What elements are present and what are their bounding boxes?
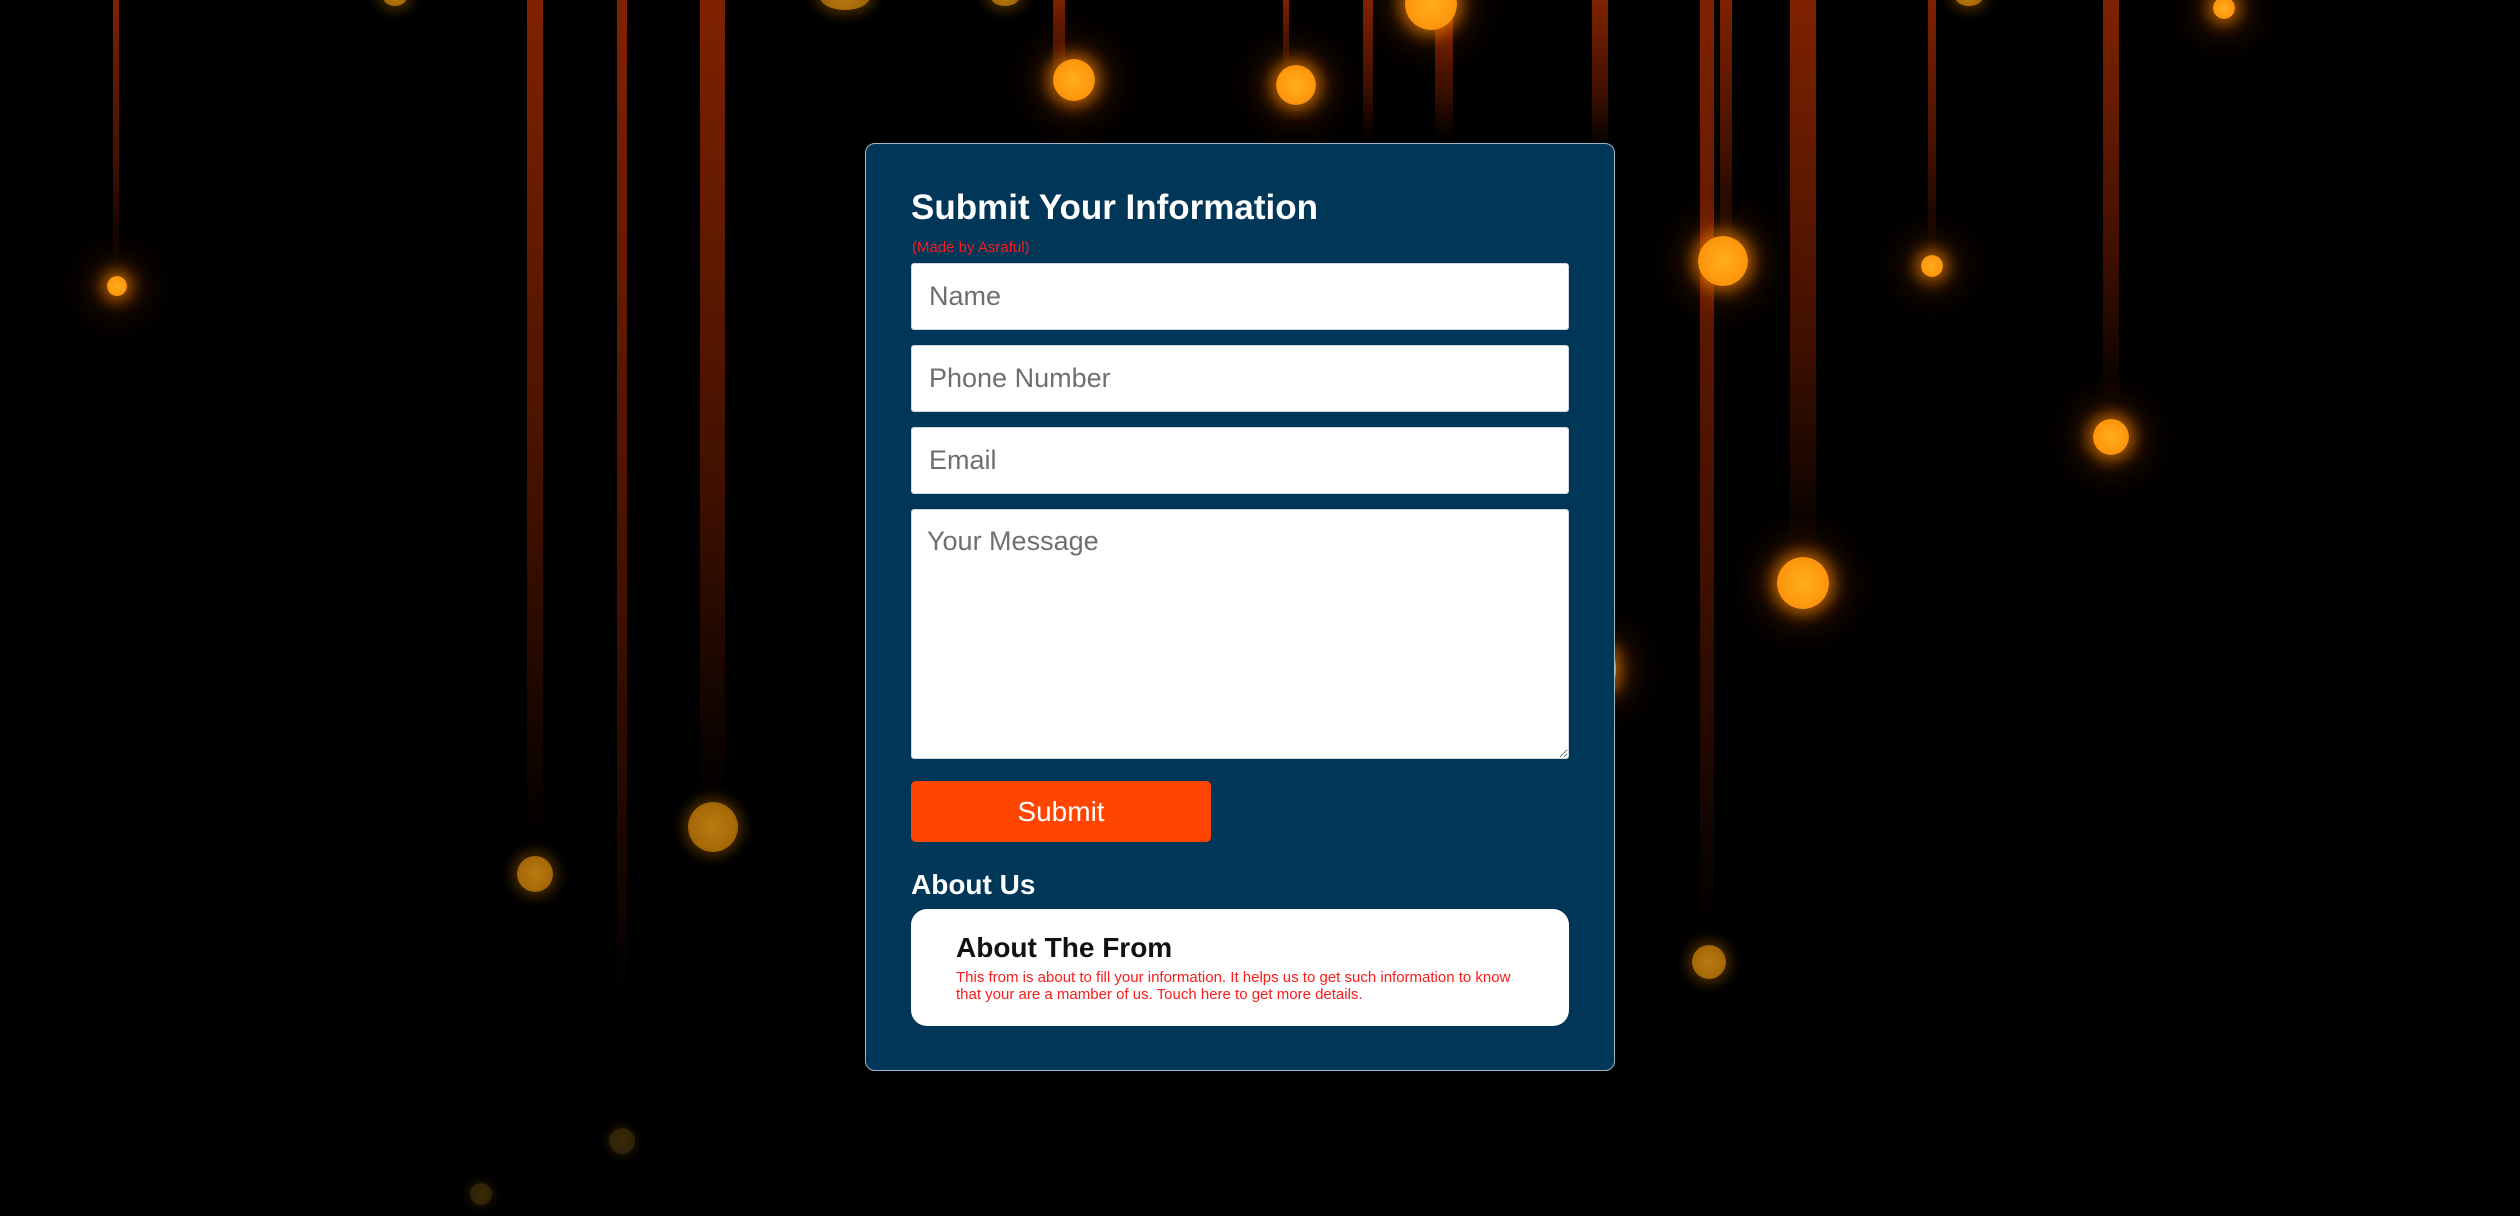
about-card-title: About The From [956,932,1173,963]
light-streak [527,0,543,840]
form-title: Submit Your Information [911,188,1319,227]
about-card-text: This from is about to fill your informat… [956,969,1511,1003]
light-streak [1363,0,1373,140]
light-streak [1592,0,1608,150]
glowing-orb [609,1128,635,1154]
glowing-orb [1698,236,1748,286]
message-textarea[interactable] [911,509,1569,759]
glowing-orb [2093,419,2129,455]
about-card[interactable]: About The From This from is about to fil… [911,909,1569,1026]
glowing-orb [107,276,127,296]
contact-form: Submit Your Information (Made by Asraful… [865,143,1615,1071]
submit-button[interactable]: Submit [911,781,1211,842]
glowing-orb [1276,65,1316,105]
glowing-orb [470,1183,492,1205]
name-input[interactable] [911,263,1569,330]
light-streak [1928,0,1936,260]
glowing-orb [688,802,738,852]
glowing-orb [1692,945,1726,979]
about-heading: About Us [911,869,1036,900]
light-streak [2103,0,2119,410]
light-streak [1720,0,1732,260]
light-streak [1700,0,1714,930]
glowing-orb [517,856,553,892]
light-streak [113,0,119,270]
email-input[interactable] [911,427,1569,494]
glowing-orb [2213,0,2235,19]
glowing-orb [1955,0,1983,6]
glowing-orb [383,0,407,6]
phone-input[interactable] [911,345,1569,412]
author-credit: (Made by Asraful) [912,239,1030,256]
light-streak [1790,0,1816,560]
glowing-orb [1777,557,1829,609]
light-streak [1283,0,1289,70]
glowing-orb [990,0,1020,6]
glowing-orb [1053,59,1095,101]
light-streak [617,0,627,1000]
glowing-orb [820,0,870,10]
light-streak [700,0,725,800]
glowing-orb [1921,255,1943,277]
